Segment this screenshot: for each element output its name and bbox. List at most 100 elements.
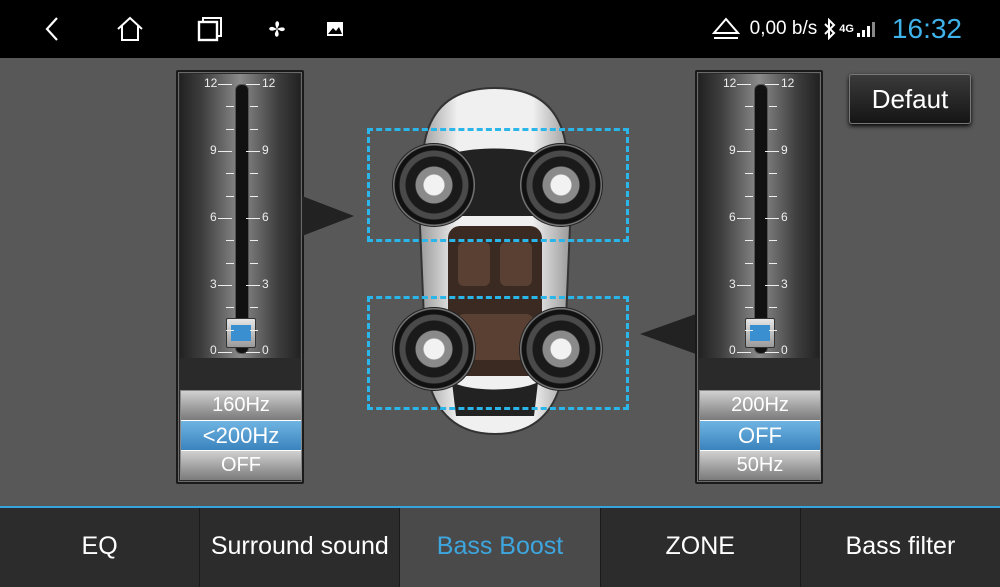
minor-tick bbox=[250, 307, 258, 309]
frequency-option[interactable]: 160Hz bbox=[181, 391, 301, 420]
minor-tick bbox=[226, 329, 234, 331]
right-level-slider[interactable]: 12 12 9 9 6 6 3 3 0 0 bbox=[699, 74, 819, 358]
minor-tick bbox=[250, 173, 258, 175]
tab-bass-boost[interactable]: Bass Boost bbox=[400, 508, 601, 587]
minor-tick bbox=[250, 262, 258, 264]
minor-tick bbox=[769, 329, 777, 331]
minor-tick bbox=[250, 106, 258, 108]
tab-bass-filter[interactable]: Bass filter bbox=[801, 508, 1000, 587]
major-tick bbox=[737, 285, 751, 286]
minor-tick bbox=[226, 106, 234, 108]
tick-label: 9 bbox=[781, 143, 788, 157]
tick-label: 3 bbox=[262, 277, 269, 291]
tick-label: 3 bbox=[729, 277, 736, 291]
minor-tick bbox=[769, 195, 777, 197]
left-bass-panel: 12 12 9 9 6 6 3 3 0 0 160Hz <200Hz OFF bbox=[176, 70, 304, 484]
net-speed: 0,00 b/s bbox=[749, 18, 818, 39]
minor-tick bbox=[226, 195, 234, 197]
tick-label: 6 bbox=[781, 210, 788, 224]
rear-right-speaker bbox=[519, 307, 603, 391]
minor-tick bbox=[769, 262, 777, 264]
major-tick bbox=[246, 151, 260, 152]
fan-icon[interactable] bbox=[262, 14, 292, 44]
network-type: 4G bbox=[839, 23, 854, 35]
major-tick bbox=[218, 151, 232, 152]
tick-label: 9 bbox=[262, 143, 269, 157]
recent-apps-icon[interactable] bbox=[194, 14, 224, 44]
minor-tick bbox=[769, 106, 777, 108]
major-tick bbox=[737, 151, 751, 152]
major-tick bbox=[218, 84, 232, 85]
tick-label: 6 bbox=[210, 210, 217, 224]
frequency-option[interactable]: OFF bbox=[181, 451, 301, 480]
major-tick bbox=[218, 218, 232, 219]
tick-label: 0 bbox=[210, 343, 217, 357]
major-tick bbox=[246, 285, 260, 286]
frequency-option[interactable]: 50Hz bbox=[700, 451, 820, 480]
tick-label: 12 bbox=[204, 76, 218, 90]
minor-tick bbox=[745, 262, 753, 264]
minor-tick bbox=[250, 128, 258, 130]
minor-tick bbox=[226, 173, 234, 175]
tab-eq[interactable]: EQ bbox=[0, 508, 201, 587]
major-tick bbox=[218, 285, 232, 286]
minor-tick bbox=[769, 128, 777, 130]
right-frequency-picker[interactable]: 200Hz OFF 50Hz bbox=[699, 390, 821, 480]
left-level-slider[interactable]: 12 12 9 9 6 6 3 3 0 0 bbox=[180, 74, 300, 358]
major-tick bbox=[737, 218, 751, 219]
tick-label: 3 bbox=[781, 277, 788, 291]
minor-tick bbox=[250, 195, 258, 197]
major-tick bbox=[246, 84, 260, 85]
left-panel-pointer bbox=[302, 196, 354, 236]
default-button[interactable]: Defaut bbox=[849, 74, 971, 124]
minor-tick bbox=[745, 240, 753, 242]
tick-label: 12 bbox=[723, 76, 737, 90]
minor-tick bbox=[769, 307, 777, 309]
minor-tick bbox=[745, 173, 753, 175]
minor-tick bbox=[250, 329, 258, 331]
tick-label: 0 bbox=[262, 343, 269, 357]
bluetooth-icon bbox=[824, 18, 836, 40]
tab-bar: EQ Surround sound Bass Boost ZONE Bass f… bbox=[0, 506, 1000, 587]
slider-thumb[interactable] bbox=[226, 318, 256, 348]
right-panel-pointer bbox=[640, 314, 696, 354]
major-tick bbox=[765, 84, 779, 85]
minor-tick bbox=[250, 240, 258, 242]
back-icon[interactable] bbox=[38, 14, 68, 44]
image-icon[interactable] bbox=[320, 14, 350, 44]
minor-tick bbox=[745, 128, 753, 130]
minor-tick bbox=[226, 262, 234, 264]
major-tick bbox=[765, 218, 779, 219]
minor-tick bbox=[226, 240, 234, 242]
right-bass-panel: 12 12 9 9 6 6 3 3 0 0 200Hz OFF 50Hz bbox=[695, 70, 823, 484]
tick-label: 12 bbox=[262, 76, 276, 90]
clock: 16:32 bbox=[891, 13, 962, 44]
slider-track[interactable] bbox=[754, 84, 768, 354]
slider-thumb[interactable] bbox=[745, 318, 775, 348]
major-tick bbox=[218, 352, 232, 353]
major-tick bbox=[246, 218, 260, 219]
major-tick bbox=[246, 352, 260, 353]
frequency-option-selected[interactable]: OFF bbox=[700, 420, 820, 451]
tick-label: 6 bbox=[262, 210, 269, 224]
tick-label: 9 bbox=[210, 143, 217, 157]
home-icon[interactable] bbox=[115, 14, 145, 44]
tab-zone[interactable]: ZONE bbox=[601, 508, 801, 587]
left-frequency-picker[interactable]: 160Hz <200Hz OFF bbox=[180, 390, 302, 480]
minor-tick bbox=[745, 307, 753, 309]
minor-tick bbox=[769, 240, 777, 242]
minor-tick bbox=[769, 173, 777, 175]
major-tick bbox=[765, 151, 779, 152]
slider-track[interactable] bbox=[235, 84, 249, 354]
minor-tick bbox=[226, 307, 234, 309]
tick-label: 6 bbox=[729, 210, 736, 224]
major-tick bbox=[737, 84, 751, 85]
minor-tick bbox=[745, 106, 753, 108]
frequency-option[interactable]: 200Hz bbox=[700, 391, 820, 420]
minor-tick bbox=[745, 329, 753, 331]
tab-surround-sound[interactable]: Surround sound bbox=[200, 508, 401, 587]
frequency-option-selected[interactable]: <200Hz bbox=[181, 420, 301, 451]
tick-label: 0 bbox=[729, 343, 736, 357]
front-right-speaker bbox=[519, 143, 603, 227]
tick-label: 3 bbox=[210, 277, 217, 291]
